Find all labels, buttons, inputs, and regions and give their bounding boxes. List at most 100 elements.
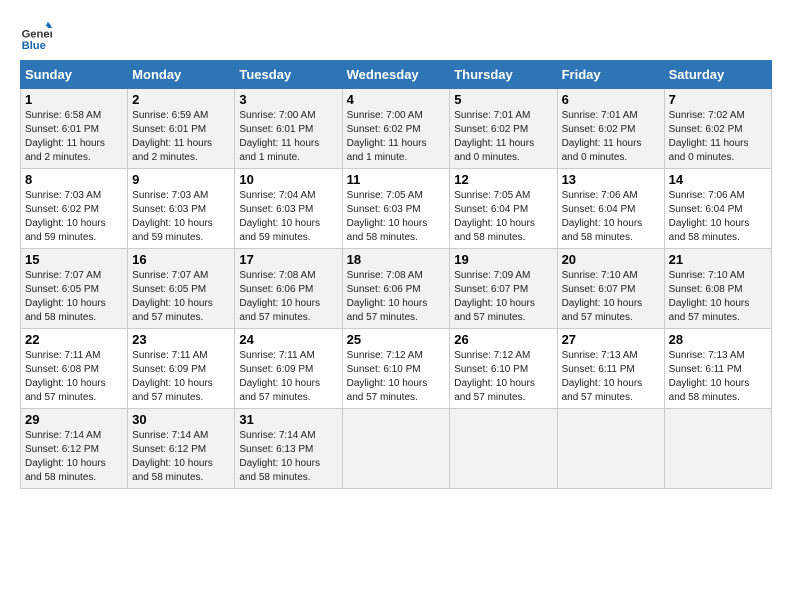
day-info: Sunrise: 7:09 AM Sunset: 6:07 PM Dayligh… [454, 269, 552, 325]
day-cell: 14 Sunrise: 7:06 AM Sunset: 6:04 PM Dayl… [664, 169, 771, 249]
day-number: 30 [132, 412, 230, 427]
day-cell: 9 Sunrise: 7:03 AM Sunset: 6:03 PM Dayli… [128, 169, 235, 249]
day-number: 26 [454, 332, 552, 347]
day-number: 22 [25, 332, 123, 347]
day-info: Sunrise: 7:10 AM Sunset: 6:07 PM Dayligh… [562, 269, 660, 325]
day-info: Sunrise: 7:00 AM Sunset: 6:01 PM Dayligh… [239, 109, 337, 165]
day-number: 25 [347, 332, 446, 347]
day-cell: 6 Sunrise: 7:01 AM Sunset: 6:02 PM Dayli… [557, 89, 664, 169]
day-cell: 8 Sunrise: 7:03 AM Sunset: 6:02 PM Dayli… [21, 169, 128, 249]
day-cell: 23 Sunrise: 7:11 AM Sunset: 6:09 PM Dayl… [128, 329, 235, 409]
day-cell: 11 Sunrise: 7:05 AM Sunset: 6:03 PM Dayl… [342, 169, 450, 249]
day-info: Sunrise: 7:05 AM Sunset: 6:03 PM Dayligh… [347, 189, 446, 245]
day-info: Sunrise: 7:08 AM Sunset: 6:06 PM Dayligh… [347, 269, 446, 325]
header-saturday: Saturday [664, 61, 771, 89]
calendar-header-row: SundayMondayTuesdayWednesdayThursdayFrid… [21, 61, 772, 89]
day-info: Sunrise: 7:03 AM Sunset: 6:03 PM Dayligh… [132, 189, 230, 245]
week-row-1: 1 Sunrise: 6:58 AM Sunset: 6:01 PM Dayli… [21, 89, 772, 169]
day-info: Sunrise: 7:14 AM Sunset: 6:13 PM Dayligh… [239, 429, 337, 485]
svg-text:General: General [22, 29, 52, 41]
calendar-table: SundayMondayTuesdayWednesdayThursdayFrid… [20, 60, 772, 489]
header-sunday: Sunday [21, 61, 128, 89]
day-number: 12 [454, 172, 552, 187]
day-cell [342, 409, 450, 489]
day-info: Sunrise: 7:07 AM Sunset: 6:05 PM Dayligh… [25, 269, 123, 325]
day-number: 13 [562, 172, 660, 187]
day-info: Sunrise: 7:07 AM Sunset: 6:05 PM Dayligh… [132, 269, 230, 325]
day-number: 3 [239, 92, 337, 107]
day-number: 8 [25, 172, 123, 187]
page-header: General Blue [20, 20, 772, 52]
day-number: 28 [669, 332, 767, 347]
day-info: Sunrise: 7:14 AM Sunset: 6:12 PM Dayligh… [132, 429, 230, 485]
day-cell: 18 Sunrise: 7:08 AM Sunset: 6:06 PM Dayl… [342, 249, 450, 329]
day-number: 6 [562, 92, 660, 107]
day-cell: 30 Sunrise: 7:14 AM Sunset: 6:12 PM Dayl… [128, 409, 235, 489]
day-cell: 7 Sunrise: 7:02 AM Sunset: 6:02 PM Dayli… [664, 89, 771, 169]
day-info: Sunrise: 7:13 AM Sunset: 6:11 PM Dayligh… [562, 349, 660, 405]
header-wednesday: Wednesday [342, 61, 450, 89]
day-number: 16 [132, 252, 230, 267]
day-cell [557, 409, 664, 489]
day-cell: 19 Sunrise: 7:09 AM Sunset: 6:07 PM Dayl… [450, 249, 557, 329]
day-cell: 29 Sunrise: 7:14 AM Sunset: 6:12 PM Dayl… [21, 409, 128, 489]
day-info: Sunrise: 7:01 AM Sunset: 6:02 PM Dayligh… [454, 109, 552, 165]
day-info: Sunrise: 7:11 AM Sunset: 6:08 PM Dayligh… [25, 349, 123, 405]
logo: General Blue [20, 20, 56, 52]
day-cell: 26 Sunrise: 7:12 AM Sunset: 6:10 PM Dayl… [450, 329, 557, 409]
week-row-5: 29 Sunrise: 7:14 AM Sunset: 6:12 PM Dayl… [21, 409, 772, 489]
day-number: 29 [25, 412, 123, 427]
day-number: 23 [132, 332, 230, 347]
day-number: 19 [454, 252, 552, 267]
svg-text:Blue: Blue [22, 40, 46, 52]
day-info: Sunrise: 7:14 AM Sunset: 6:12 PM Dayligh… [25, 429, 123, 485]
day-info: Sunrise: 7:12 AM Sunset: 6:10 PM Dayligh… [347, 349, 446, 405]
day-cell: 3 Sunrise: 7:00 AM Sunset: 6:01 PM Dayli… [235, 89, 342, 169]
day-cell: 27 Sunrise: 7:13 AM Sunset: 6:11 PM Dayl… [557, 329, 664, 409]
day-number: 7 [669, 92, 767, 107]
day-info: Sunrise: 7:03 AM Sunset: 6:02 PM Dayligh… [25, 189, 123, 245]
day-info: Sunrise: 7:00 AM Sunset: 6:02 PM Dayligh… [347, 109, 446, 165]
day-info: Sunrise: 7:04 AM Sunset: 6:03 PM Dayligh… [239, 189, 337, 245]
day-number: 31 [239, 412, 337, 427]
day-cell: 15 Sunrise: 7:07 AM Sunset: 6:05 PM Dayl… [21, 249, 128, 329]
day-cell: 12 Sunrise: 7:05 AM Sunset: 6:04 PM Dayl… [450, 169, 557, 249]
header-friday: Friday [557, 61, 664, 89]
day-cell: 17 Sunrise: 7:08 AM Sunset: 6:06 PM Dayl… [235, 249, 342, 329]
day-cell: 21 Sunrise: 7:10 AM Sunset: 6:08 PM Dayl… [664, 249, 771, 329]
day-cell: 10 Sunrise: 7:04 AM Sunset: 6:03 PM Dayl… [235, 169, 342, 249]
day-info: Sunrise: 7:01 AM Sunset: 6:02 PM Dayligh… [562, 109, 660, 165]
day-number: 21 [669, 252, 767, 267]
day-number: 27 [562, 332, 660, 347]
day-info: Sunrise: 7:10 AM Sunset: 6:08 PM Dayligh… [669, 269, 767, 325]
day-cell: 13 Sunrise: 7:06 AM Sunset: 6:04 PM Dayl… [557, 169, 664, 249]
day-info: Sunrise: 7:11 AM Sunset: 6:09 PM Dayligh… [239, 349, 337, 405]
day-cell: 28 Sunrise: 7:13 AM Sunset: 6:11 PM Dayl… [664, 329, 771, 409]
day-cell: 25 Sunrise: 7:12 AM Sunset: 6:10 PM Dayl… [342, 329, 450, 409]
day-cell: 24 Sunrise: 7:11 AM Sunset: 6:09 PM Dayl… [235, 329, 342, 409]
day-info: Sunrise: 7:02 AM Sunset: 6:02 PM Dayligh… [669, 109, 767, 165]
day-cell: 22 Sunrise: 7:11 AM Sunset: 6:08 PM Dayl… [21, 329, 128, 409]
day-number: 18 [347, 252, 446, 267]
logo-icon: General Blue [20, 20, 52, 52]
day-info: Sunrise: 7:08 AM Sunset: 6:06 PM Dayligh… [239, 269, 337, 325]
day-info: Sunrise: 6:58 AM Sunset: 6:01 PM Dayligh… [25, 109, 123, 165]
day-cell [664, 409, 771, 489]
day-info: Sunrise: 7:13 AM Sunset: 6:11 PM Dayligh… [669, 349, 767, 405]
day-number: 14 [669, 172, 767, 187]
day-info: Sunrise: 7:05 AM Sunset: 6:04 PM Dayligh… [454, 189, 552, 245]
day-number: 20 [562, 252, 660, 267]
day-info: Sunrise: 7:06 AM Sunset: 6:04 PM Dayligh… [562, 189, 660, 245]
day-cell: 2 Sunrise: 6:59 AM Sunset: 6:01 PM Dayli… [128, 89, 235, 169]
day-number: 1 [25, 92, 123, 107]
day-number: 17 [239, 252, 337, 267]
day-cell: 5 Sunrise: 7:01 AM Sunset: 6:02 PM Dayli… [450, 89, 557, 169]
day-number: 11 [347, 172, 446, 187]
day-info: Sunrise: 7:12 AM Sunset: 6:10 PM Dayligh… [454, 349, 552, 405]
day-info: Sunrise: 7:06 AM Sunset: 6:04 PM Dayligh… [669, 189, 767, 245]
day-info: Sunrise: 7:11 AM Sunset: 6:09 PM Dayligh… [132, 349, 230, 405]
header-tuesday: Tuesday [235, 61, 342, 89]
day-number: 10 [239, 172, 337, 187]
day-cell: 20 Sunrise: 7:10 AM Sunset: 6:07 PM Dayl… [557, 249, 664, 329]
week-row-3: 15 Sunrise: 7:07 AM Sunset: 6:05 PM Dayl… [21, 249, 772, 329]
